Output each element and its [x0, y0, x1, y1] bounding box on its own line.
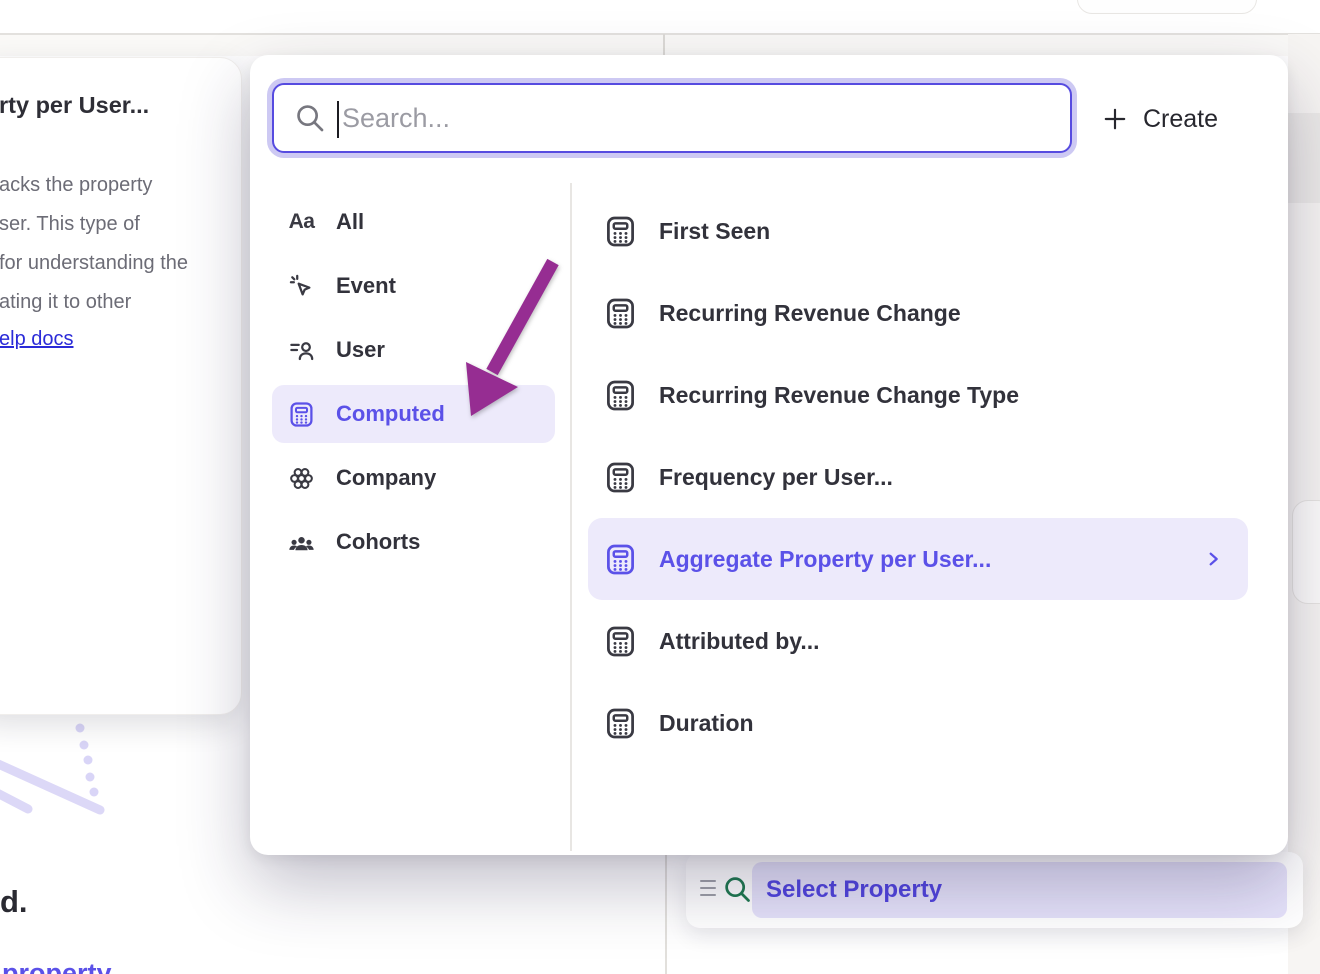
search-field-glow — [267, 78, 1077, 158]
tooltip-body-line: acks the property — [0, 166, 188, 205]
calculator-icon — [604, 625, 637, 658]
property-item-attributed-by[interactable]: Attributed by... — [588, 600, 1248, 682]
calculator-icon — [604, 461, 637, 494]
category-event[interactable]: Event — [272, 257, 555, 315]
property-item-frequency-per-user[interactable]: Frequency per User... — [588, 436, 1248, 518]
calculator-icon — [604, 215, 637, 248]
user-list-icon — [288, 337, 315, 364]
create-button-label: Create — [1143, 105, 1218, 134]
calculator-icon — [288, 401, 315, 428]
property-item-duration[interactable]: Duration — [588, 682, 1248, 764]
category-label: Computed — [336, 401, 445, 427]
property-picker-modal: Create Aa All Event — [250, 55, 1288, 855]
select-property-button[interactable]: Select Property — [752, 862, 1287, 918]
property-tooltip-card: rty per User... acks the property ser. T… — [0, 57, 242, 715]
category-computed[interactable]: Computed — [272, 385, 555, 443]
tooltip-body-line: ating it to other — [0, 283, 188, 322]
property-search-icon — [722, 874, 753, 905]
category-user[interactable]: User — [272, 321, 555, 379]
drag-handle-icon[interactable] — [700, 880, 716, 900]
top-band — [0, 35, 1320, 56]
event-cursor-icon — [288, 273, 315, 300]
category-label: User — [336, 337, 385, 363]
property-selector-row: Select Property — [686, 852, 1303, 928]
category-label: Event — [336, 273, 396, 299]
calculator-icon — [604, 379, 637, 412]
property-item-label: Recurring Revenue Change Type — [659, 382, 1019, 409]
background-link-fragment[interactable]: property — [2, 958, 112, 974]
property-item-recurring-revenue-change-type[interactable]: Recurring Revenue Change Type — [588, 354, 1248, 436]
tooltip-body-line: ser. This type of — [0, 205, 188, 244]
property-item-aggregate-property-per-user[interactable]: Aggregate Property per User... — [588, 518, 1248, 600]
property-item-first-seen[interactable]: First Seen — [588, 190, 1248, 272]
property-item-label: Duration — [659, 710, 754, 737]
tooltip-body-line: for understanding the — [0, 244, 188, 283]
property-item-label: First Seen — [659, 218, 770, 245]
category-company[interactable]: Company — [272, 449, 555, 507]
screen: d. property rty per User... acks the pro… — [0, 0, 1320, 974]
background-heading-fragment: d. — [0, 884, 28, 920]
category-label: Cohorts — [336, 529, 420, 555]
category-all[interactable]: Aa All — [272, 193, 555, 251]
plus-icon — [1102, 106, 1128, 132]
select-property-label: Select Property — [766, 876, 942, 904]
tooltip-body: acks the property ser. This type of for … — [0, 166, 188, 322]
property-item-recurring-revenue-change[interactable]: Recurring Revenue Change — [588, 272, 1248, 354]
column-divider-bottom — [665, 852, 667, 974]
modal-divider — [570, 183, 572, 851]
calculator-icon — [604, 297, 637, 330]
company-cluster-icon — [288, 465, 315, 492]
tooltip-title: rty per User... — [0, 92, 149, 119]
right-panel-strip — [1288, 34, 1320, 974]
property-item-label: Aggregate Property per User... — [659, 546, 991, 573]
right-panel-row — [1288, 113, 1320, 203]
search-field[interactable] — [272, 83, 1072, 153]
property-item-label: Recurring Revenue Change — [659, 300, 961, 327]
right-panel-card-edge — [1292, 500, 1320, 604]
column-divider-top — [663, 34, 665, 56]
category-label: Company — [336, 465, 436, 491]
category-cohorts[interactable]: Cohorts — [272, 513, 555, 571]
chevron-right-icon — [1205, 551, 1222, 568]
search-input[interactable] — [274, 85, 1070, 151]
calculator-icon — [604, 543, 637, 576]
category-label: All — [336, 209, 364, 235]
text-format-icon: Aa — [288, 209, 315, 236]
cutoff-top-button[interactable] — [1077, 0, 1257, 14]
property-item-label: Attributed by... — [659, 628, 820, 655]
calculator-icon — [604, 707, 637, 740]
property-item-label: Frequency per User... — [659, 464, 893, 491]
create-button[interactable]: Create — [1102, 94, 1218, 144]
help-docs-link[interactable]: elp docs — [0, 328, 74, 351]
cohorts-people-icon — [288, 529, 315, 556]
